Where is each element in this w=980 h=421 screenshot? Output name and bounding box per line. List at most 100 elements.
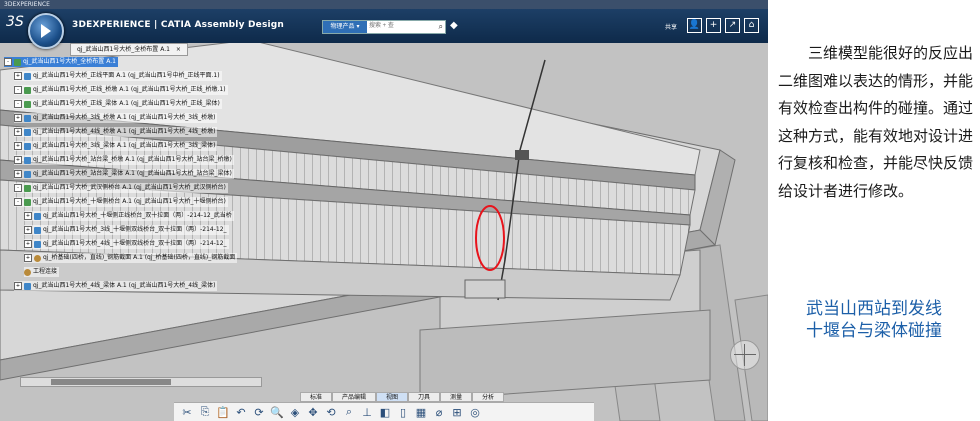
collapse-icon[interactable]: - bbox=[14, 100, 22, 108]
part-icon bbox=[24, 72, 31, 80]
tree-item-label: qj_武当山西1号大桥_3线_梁体 A.1 (qj_武当山西1号大桥_3线_梁体… bbox=[33, 142, 216, 149]
tree-item[interactable]: + qj_武当山西1号大桥_4线_桥墩 A.1 (qj_武当山西1号大桥_4线_桥… bbox=[14, 127, 218, 137]
document-tab[interactable]: qj_武当山西1号大桥_全桥布置 A.1 × bbox=[70, 43, 188, 56]
expand-icon[interactable]: + bbox=[24, 226, 32, 234]
tree-item-label: qj_武当山西1号大桥_站台梁_梁体 A.1 (qj_武当山西1号大桥_站台梁_… bbox=[33, 170, 232, 177]
collapse-icon[interactable]: - bbox=[4, 58, 12, 66]
view-compass-icon[interactable] bbox=[730, 340, 760, 370]
tree-item[interactable]: + qj_武当山西1号大桥_站台梁_梁体 A.1 (qj_武当山西1号大桥_站台梁… bbox=[14, 169, 234, 179]
description-paragraph: 三维模型能很好的反应出二维图难以表达的情形，并能有效检查出构件的碰撞。通过这种方… bbox=[778, 44, 974, 200]
app-title: 3DEXPERIENCE | CATIA Assembly Design bbox=[72, 20, 285, 30]
part-icon bbox=[24, 114, 31, 122]
tree-item[interactable]: - qj_武当山西1号大桥_正线_梁体 A.1 (qj_武当山西1号大桥_正线_梁… bbox=[14, 99, 222, 109]
expand-icon[interactable]: + bbox=[14, 282, 22, 290]
tree-item[interactable]: + qj_武当山西1号大桥_站台梁_桥墩 A.1 (qj_武当山西1号大桥_站台梁… bbox=[14, 155, 234, 165]
tree-item[interactable]: + qj_武当山西1号大桥_3线_桥墩 A.1 (qj_武当山西1号大桥_3线_桥… bbox=[14, 113, 218, 123]
compass-icon[interactable]: ◎ bbox=[468, 406, 482, 419]
tree-item-label: qj_武当山西1号大桥_3线_十堰侧双线桥台_双十拉面（两）-214-12_ bbox=[43, 226, 227, 233]
collapse-icon[interactable]: - bbox=[14, 184, 22, 192]
cut-icon[interactable]: ✂ bbox=[180, 406, 194, 419]
assembly-icon bbox=[24, 100, 31, 108]
abutment-backwall bbox=[464, 279, 506, 299]
part-icon bbox=[34, 240, 41, 248]
search-scope-dropdown[interactable]: 物理产品 ▾ bbox=[323, 21, 367, 33]
expand-icon[interactable]: + bbox=[14, 142, 22, 150]
assembly-icon bbox=[24, 86, 31, 94]
tree-item[interactable]: + qj_武当山西1号大桥_正线平面 A.1 (qj_武当山西1号中桥_正线平面.… bbox=[14, 71, 222, 81]
undo-icon[interactable]: ↶ bbox=[234, 406, 248, 419]
part-icon bbox=[24, 282, 31, 290]
zoom-icon[interactable]: 🔍 bbox=[270, 406, 284, 419]
measure-icon[interactable]: ⌀ bbox=[432, 406, 446, 419]
rotate-icon[interactable]: ⟲ bbox=[324, 406, 338, 419]
share-label[interactable]: 共享 bbox=[665, 22, 677, 31]
view-icon[interactable]: ◈ bbox=[288, 406, 302, 419]
tree-item[interactable]: + qj_武当山西1号大桥_3线_十堰侧双线桥台_双十拉面（两）-214-12_ bbox=[24, 225, 229, 235]
tree-item-label: qj_武当山西1号大桥_3线_桥墩 A.1 (qj_武当山西1号大桥_3线_桥墩… bbox=[33, 114, 216, 121]
render-icon[interactable]: ◧ bbox=[378, 406, 392, 419]
action-tab[interactable]: 测量 bbox=[440, 392, 473, 402]
part-icon bbox=[24, 156, 31, 164]
scrollbar-thumb[interactable] bbox=[51, 379, 171, 385]
tree-item[interactable]: + qj_桥基础(四桥，直线)_钢筋截面 A.1 (qj_桥基础(四桥，直线)_钢… bbox=[24, 253, 238, 263]
close-icon[interactable]: × bbox=[176, 46, 181, 53]
tree-item[interactable]: + qj_武当山西1号大桥_3线_梁体 A.1 (qj_武当山西1号大桥_3线_梁… bbox=[14, 141, 218, 151]
action-tab[interactable]: 刀具 bbox=[408, 392, 441, 402]
tag-icon[interactable]: ◆ bbox=[450, 20, 458, 31]
tree-item[interactable]: - qj_武当山西1号大桥_十堰侧桥台 A.1 (qj_武当山西1号大桥_十堰侧桥… bbox=[14, 197, 228, 207]
tree-item-label: qj_武当山西1号大桥_正线_桥墩 A.1 (qj_武当山西1号大桥_正线_桥墩… bbox=[33, 86, 226, 93]
ds-logo-icon[interactable]: 3S bbox=[6, 14, 24, 30]
tree-item[interactable]: + qj_武当山西1号大桥_4线_梁体 A.1 (qj_武当山西1号大桥_4线_梁… bbox=[14, 281, 218, 291]
share-icon[interactable]: ↗ bbox=[725, 18, 740, 33]
tree-item[interactable]: - qj_武当山西1号大桥_武汉侧桥台 A.1 (qj_武当山西1号大桥_武汉侧桥… bbox=[14, 183, 228, 193]
tree-item[interactable]: 工程连接 bbox=[24, 267, 60, 277]
expand-icon[interactable]: + bbox=[24, 212, 32, 220]
expand-icon[interactable]: + bbox=[14, 72, 22, 80]
tree-item[interactable]: + qj_武当山西1号大桥_4线_十堰侧双线桥台_双十拉面（两）-214-12_ bbox=[24, 239, 229, 249]
tree-icon[interactable]: ⊞ bbox=[450, 406, 464, 419]
action-tab[interactable]: 分析 bbox=[472, 392, 505, 402]
expand-icon[interactable]: + bbox=[24, 240, 32, 248]
expand-icon[interactable]: + bbox=[14, 114, 22, 122]
search-3d-icon[interactable]: ⌕ bbox=[342, 405, 356, 419]
copy-icon[interactable]: ⎘ bbox=[198, 405, 212, 419]
search-icon[interactable]: ⌕ bbox=[439, 21, 443, 33]
tree-item-label: qj_武当山西1号大桥_十堰侧桥台 A.1 (qj_武当山西1号大桥_十堰侧桥台… bbox=[33, 198, 226, 205]
tree-item-label: qj_武当山西1号大桥_十堰侧正线桥台_双十拉面（两）-214-12_武当桥 bbox=[43, 212, 232, 219]
tree-item-label: qj_武当山西1号大桥_全桥布置 A.1 bbox=[23, 58, 116, 65]
layout-icon[interactable]: ▦ bbox=[414, 406, 428, 419]
expand-icon[interactable]: + bbox=[24, 254, 32, 262]
tree-item-label: qj_桥基础(四桥，直线)_钢筋截面 A.1 (qj_桥基础(四桥，直线)_钢筋… bbox=[43, 254, 236, 261]
expand-icon[interactable]: + bbox=[14, 170, 22, 178]
compass-icon[interactable] bbox=[28, 13, 64, 49]
tree-horizontal-scrollbar[interactable] bbox=[20, 377, 262, 387]
paste-icon[interactable]: 📋 bbox=[216, 406, 230, 419]
search-input[interactable] bbox=[369, 21, 429, 31]
collapse-icon[interactable]: - bbox=[14, 198, 22, 206]
action-tab[interactable]: 产品编辑 bbox=[332, 392, 377, 402]
collapse-icon[interactable]: - bbox=[14, 86, 22, 94]
update-icon[interactable]: ⟳ bbox=[252, 406, 266, 419]
action-tab[interactable]: 视图 bbox=[376, 392, 409, 402]
tree-item-label: qj_武当山西1号大桥_正线平面 A.1 (qj_武当山西1号中桥_正线平面.1… bbox=[33, 72, 220, 79]
catia-window: 3DEXPERIENCE 3S 3DEXPERIENCE | CATIA Ass… bbox=[0, 0, 768, 421]
pan-icon[interactable]: ✥ bbox=[306, 406, 320, 419]
part-icon bbox=[24, 128, 31, 136]
expand-icon[interactable]: + bbox=[14, 128, 22, 136]
expand-icon[interactable]: + bbox=[14, 156, 22, 164]
home-icon[interactable]: ⌂ bbox=[744, 18, 759, 33]
action-tab[interactable]: 标准 bbox=[300, 392, 333, 402]
tree-item-label: qj_武当山西1号大桥_4线_桥墩 A.1 (qj_武当山西1号大桥_4线_桥墩… bbox=[33, 128, 216, 135]
part-icon bbox=[34, 212, 41, 220]
user-icon[interactable]: 👤 bbox=[687, 18, 702, 33]
tree-item[interactable]: - qj_武当山西1号大桥_正线_桥墩 A.1 (qj_武当山西1号大桥_正线_桥… bbox=[14, 85, 228, 95]
tree-item[interactable]: - qj_武当山西1号大桥_全桥布置 A.1 bbox=[4, 57, 118, 67]
part-icon bbox=[24, 142, 31, 150]
add-icon[interactable]: + bbox=[706, 18, 721, 33]
search-box[interactable]: 物理产品 ▾ ⌕ bbox=[322, 20, 446, 34]
tree-item[interactable]: + qj_武当山西1号大桥_十堰侧正线桥台_双十拉面（两）-214-12_武当桥 bbox=[24, 211, 234, 221]
play-icon bbox=[41, 24, 51, 38]
section-icon[interactable]: ⊥ bbox=[360, 406, 374, 419]
caption-line-1: 武当山西站到发线 bbox=[806, 299, 942, 319]
hide-icon[interactable]: ▯ bbox=[396, 406, 410, 419]
